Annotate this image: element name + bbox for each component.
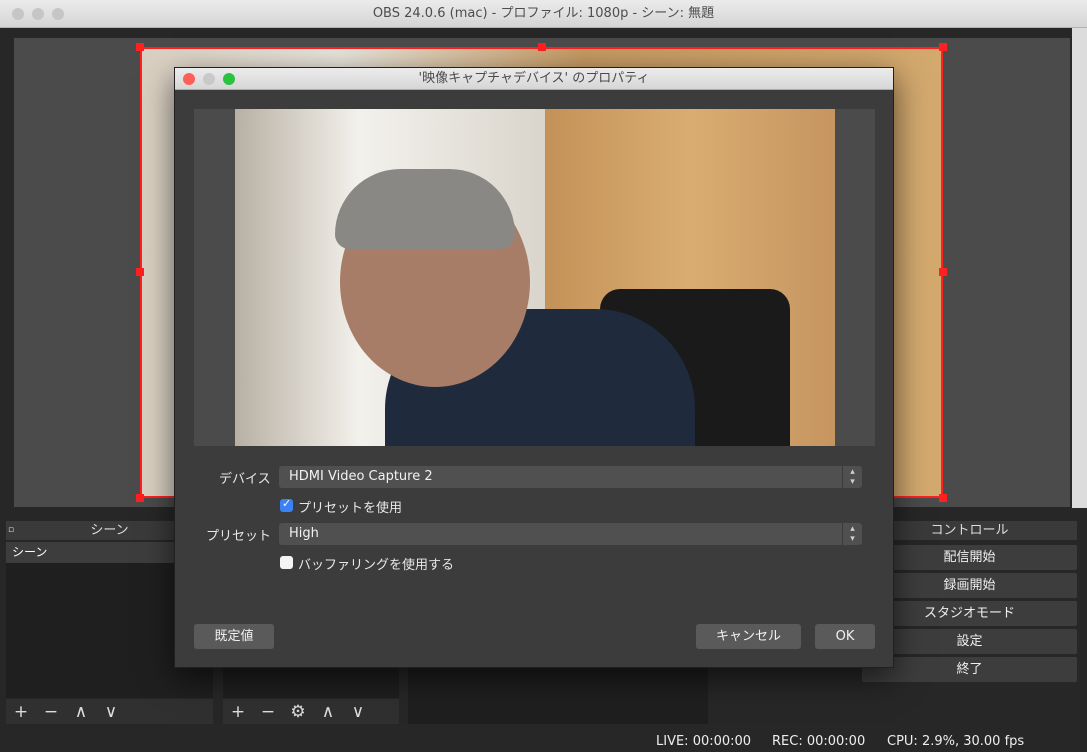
move-scene-down-button[interactable]: ∨ <box>96 702 126 722</box>
studio-mode-button[interactable]: スタジオモード <box>862 601 1077 626</box>
add-scene-button[interactable]: + <box>6 702 36 722</box>
move-source-down-button[interactable]: ∨ <box>343 702 373 722</box>
resize-handle[interactable] <box>136 494 144 502</box>
minimize-dialog-button[interactable] <box>203 73 215 85</box>
start-streaming-button[interactable]: 配信開始 <box>862 545 1077 570</box>
use-preset-checkbox[interactable]: ✓ <box>280 497 293 512</box>
close-window-button[interactable] <box>12 8 24 20</box>
status-bar: LIVE: 00:00:00 REC: 00:00:00 CPU: 2.9%, … <box>0 730 1087 752</box>
use-preset-label: プリセットを使用 <box>298 501 403 516</box>
settings-button[interactable]: 設定 <box>862 629 1077 654</box>
defaults-button[interactable]: 既定値 <box>194 624 274 649</box>
start-recording-button[interactable]: 録画開始 <box>862 573 1077 598</box>
dialog-title: '映像キャプチャデバイス' のプロパティ <box>418 71 650 86</box>
zoom-window-button[interactable] <box>52 8 64 20</box>
remove-scene-button[interactable]: − <box>36 702 66 722</box>
buffering-checkbox[interactable] <box>280 556 293 569</box>
ok-button[interactable]: OK <box>815 624 875 649</box>
resize-handle[interactable] <box>939 43 947 51</box>
move-source-up-button[interactable]: ∧ <box>313 702 343 722</box>
resize-handle[interactable] <box>939 268 947 276</box>
resize-handle[interactable] <box>939 494 947 502</box>
exit-button[interactable]: 終了 <box>862 657 1077 682</box>
cpu-fps: CPU: 2.9%, 30.00 fps <box>887 734 1025 749</box>
scenes-toolbar: + − ∧ ∨ <box>6 699 213 724</box>
window-titlebar: OBS 24.0.6 (mac) - プロファイル: 1080p - シーン: … <box>0 0 1087 28</box>
source-properties-gear-icon[interactable]: ⚙ <box>283 702 313 722</box>
controls-dock-title: コントロール <box>862 521 1077 540</box>
preset-select[interactable]: High ▴ ▾ <box>279 523 862 545</box>
checkmark-icon: ✓ <box>282 497 292 510</box>
dialog-titlebar: '映像キャプチャデバイス' のプロパティ <box>175 68 893 90</box>
sources-toolbar: + − ⚙ ∧ ∨ <box>223 699 399 724</box>
chevron-updown-icon: ▴ ▾ <box>842 466 862 488</box>
rec-time: REC: 00:00:00 <box>772 734 866 749</box>
window-title: OBS 24.0.6 (mac) - プロファイル: 1080p - シーン: … <box>372 6 715 21</box>
chevron-updown-icon: ▴ ▾ <box>842 523 862 545</box>
resize-handle[interactable] <box>136 43 144 51</box>
dock-undock-icon[interactable]: ▫ <box>8 521 14 540</box>
preset-label: プリセット <box>206 529 272 544</box>
buffering-label: バッファリングを使用する <box>298 558 455 573</box>
minimize-window-button[interactable] <box>32 8 44 20</box>
resize-handle[interactable] <box>136 268 144 276</box>
camera-preview-image <box>235 109 835 446</box>
device-label: デバイス <box>219 472 271 487</box>
live-time: LIVE: 00:00:00 <box>656 734 752 749</box>
background-window-edge <box>1072 28 1087 508</box>
close-dialog-button[interactable] <box>183 73 195 85</box>
device-select[interactable]: HDMI Video Capture 2 ▴ ▾ <box>279 466 862 488</box>
remove-source-button[interactable]: − <box>253 702 283 722</box>
zoom-dialog-button[interactable] <box>223 73 235 85</box>
add-source-button[interactable]: + <box>223 702 253 722</box>
resize-handle[interactable] <box>538 43 546 51</box>
cancel-button[interactable]: キャンセル <box>696 624 801 649</box>
properties-dialog: '映像キャプチャデバイス' のプロパティ デバイス HDMI Video Cap… <box>174 67 894 668</box>
move-scene-up-button[interactable]: ∧ <box>66 702 96 722</box>
